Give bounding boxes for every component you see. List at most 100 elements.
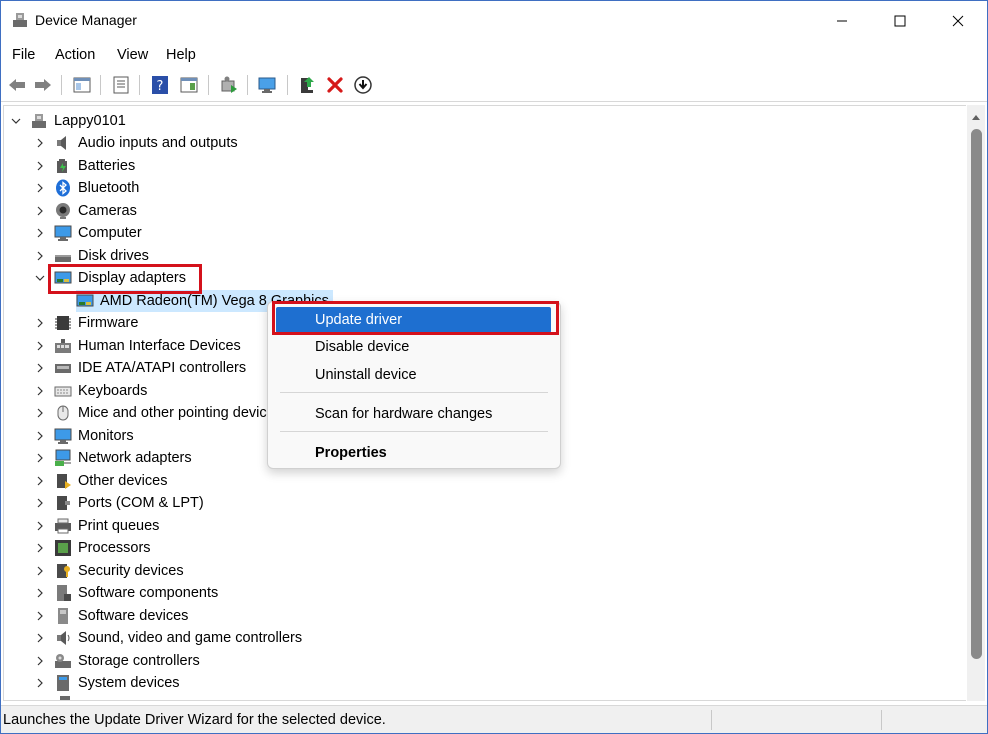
chevron-down-icon[interactable] xyxy=(34,272,46,284)
device-manager-icon xyxy=(13,13,27,27)
tree-item-storage-controllers[interactable]: Storage controllers xyxy=(34,650,200,672)
chevron-right-icon[interactable] xyxy=(34,205,46,217)
computer-root-icon xyxy=(32,114,46,128)
tree-item-security-devices[interactable]: Security devices xyxy=(34,560,184,582)
tree-item-keyboards[interactable]: Keyboards xyxy=(34,380,147,402)
status-text: Launches the Update Driver Wizard for th… xyxy=(3,712,386,728)
context-menu-separator xyxy=(280,392,548,393)
minimize-icon xyxy=(837,20,847,22)
scroll-up-arrow-icon[interactable] xyxy=(971,113,981,121)
tree-item-computer[interactable]: Computer xyxy=(34,222,142,244)
tree-item-label: IDE ATA/ATAPI controllers xyxy=(78,360,247,376)
enable-device-icon[interactable] xyxy=(353,75,373,95)
vertical-scrollbar[interactable] xyxy=(967,105,985,701)
tree-item-other-devices[interactable]: Other devices xyxy=(34,470,167,492)
chevron-right-icon[interactable] xyxy=(34,362,46,374)
menu-view[interactable]: View xyxy=(117,47,148,63)
chevron-right-icon[interactable] xyxy=(34,610,46,622)
menu-file[interactable]: File xyxy=(12,47,35,63)
chevron-right-icon[interactable] xyxy=(34,340,46,352)
processor-icon xyxy=(55,540,71,556)
tree-item-mice[interactable]: Mice and other pointing devices xyxy=(34,402,282,424)
tree-item-audio[interactable]: Audio inputs and outputs xyxy=(34,132,238,154)
tree-item-bluetooth[interactable]: Bluetooth xyxy=(34,177,139,199)
tree-item-firmware[interactable]: Firmware xyxy=(34,312,138,334)
scan-hardware-icon[interactable] xyxy=(219,75,239,95)
chevron-right-icon[interactable] xyxy=(34,182,46,194)
chevron-down-icon[interactable] xyxy=(10,115,22,127)
toolbar-separator xyxy=(100,75,101,95)
tree-item-network-adapters[interactable]: Network adapters xyxy=(34,447,192,469)
tree-item-software-components[interactable]: Software components xyxy=(34,582,218,604)
status-separator xyxy=(711,710,712,730)
maximize-button[interactable] xyxy=(871,1,929,41)
display-adapter-icon xyxy=(76,294,94,307)
toolbar-separator xyxy=(287,75,288,95)
menu-help[interactable]: Help xyxy=(166,47,196,63)
back-arrow-icon[interactable] xyxy=(7,75,27,95)
chevron-right-icon[interactable] xyxy=(34,587,46,599)
menu-action[interactable]: Action xyxy=(55,47,95,63)
action-pane-icon[interactable] xyxy=(179,75,199,95)
scan-hardware-changes-menu-item[interactable]: Scan for hardware changes xyxy=(315,406,492,422)
chevron-right-icon[interactable] xyxy=(34,430,46,442)
disable-device-menu-item[interactable]: Disable device xyxy=(315,339,409,355)
tree-item-label: Print queues xyxy=(78,518,160,534)
update-driver-toolbar-icon[interactable] xyxy=(297,75,317,95)
chevron-right-icon[interactable] xyxy=(34,542,46,554)
tree-item-monitors[interactable]: Monitors xyxy=(34,425,134,447)
tree-root[interactable]: Lappy0101 xyxy=(10,110,126,132)
chevron-right-icon[interactable] xyxy=(34,452,46,464)
chevron-right-icon[interactable] xyxy=(34,520,46,532)
speaker-icon xyxy=(57,136,66,150)
chevron-right-icon[interactable] xyxy=(34,250,46,262)
tree-item-hid[interactable]: Human Interface Devices xyxy=(34,335,241,357)
tree-item-cameras[interactable]: Cameras xyxy=(34,200,137,222)
forward-arrow-icon[interactable] xyxy=(33,75,53,95)
chevron-right-icon[interactable] xyxy=(34,317,46,329)
software-device-icon xyxy=(58,608,68,624)
uninstall-red-x-icon[interactable] xyxy=(325,75,345,95)
tree-item-label: Processors xyxy=(78,540,151,556)
chevron-right-icon[interactable] xyxy=(34,655,46,667)
chevron-right-icon[interactable] xyxy=(34,497,46,509)
firmware-icon xyxy=(55,316,71,330)
tree-item-system-devices[interactable]: System devices xyxy=(34,672,180,694)
chevron-right-icon[interactable] xyxy=(34,632,46,644)
chevron-right-icon[interactable] xyxy=(34,137,46,149)
properties-menu-item[interactable]: Properties xyxy=(315,445,387,461)
chevron-right-icon[interactable] xyxy=(34,227,46,239)
chevron-right-icon[interactable] xyxy=(34,407,46,419)
chevron-right-icon[interactable] xyxy=(34,385,46,397)
software-component-icon xyxy=(57,585,71,601)
chevron-right-icon[interactable] xyxy=(34,565,46,577)
context-menu-separator xyxy=(280,431,548,432)
keyboard-icon xyxy=(54,386,72,397)
uninstall-device-menu-item[interactable]: Uninstall device xyxy=(315,367,417,383)
tree-item-software-devices[interactable]: Software devices xyxy=(34,605,188,627)
tree-item-processors[interactable]: Processors xyxy=(34,537,151,559)
chevron-right-icon[interactable] xyxy=(34,677,46,689)
tree-item-ports[interactable]: Ports (COM & LPT) xyxy=(34,492,204,514)
close-button[interactable] xyxy=(929,1,987,41)
device-manager-window: Device Manager File Action View Help ? L… xyxy=(0,0,988,734)
status-separator xyxy=(881,710,882,730)
monitor-toolbar-icon[interactable] xyxy=(257,75,277,95)
tree-item-sound-video-game[interactable]: Sound, video and game controllers xyxy=(34,627,302,649)
chevron-right-icon[interactable] xyxy=(34,475,46,487)
tree-item-batteries[interactable]: Batteries xyxy=(34,155,135,177)
show-hide-console-tree-icon[interactable] xyxy=(72,75,92,95)
ide-controller-icon xyxy=(55,364,71,373)
properties-sheet-icon[interactable] xyxy=(111,75,131,95)
scrollbar-thumb[interactable] xyxy=(971,129,982,659)
hid-icon xyxy=(55,339,71,353)
minimize-button[interactable] xyxy=(813,1,871,41)
tree-item-label: Monitors xyxy=(78,428,134,444)
tree-item-ide-ata[interactable]: IDE ATA/ATAPI controllers xyxy=(34,357,246,379)
tree-item-label: Batteries xyxy=(78,158,136,174)
tree-item-print-queues[interactable]: Print queues xyxy=(34,515,159,537)
chevron-right-icon[interactable] xyxy=(34,160,46,172)
window-title: Device Manager xyxy=(35,12,137,28)
help-icon[interactable]: ? xyxy=(150,75,170,95)
display-adapters-highlight xyxy=(48,264,202,294)
